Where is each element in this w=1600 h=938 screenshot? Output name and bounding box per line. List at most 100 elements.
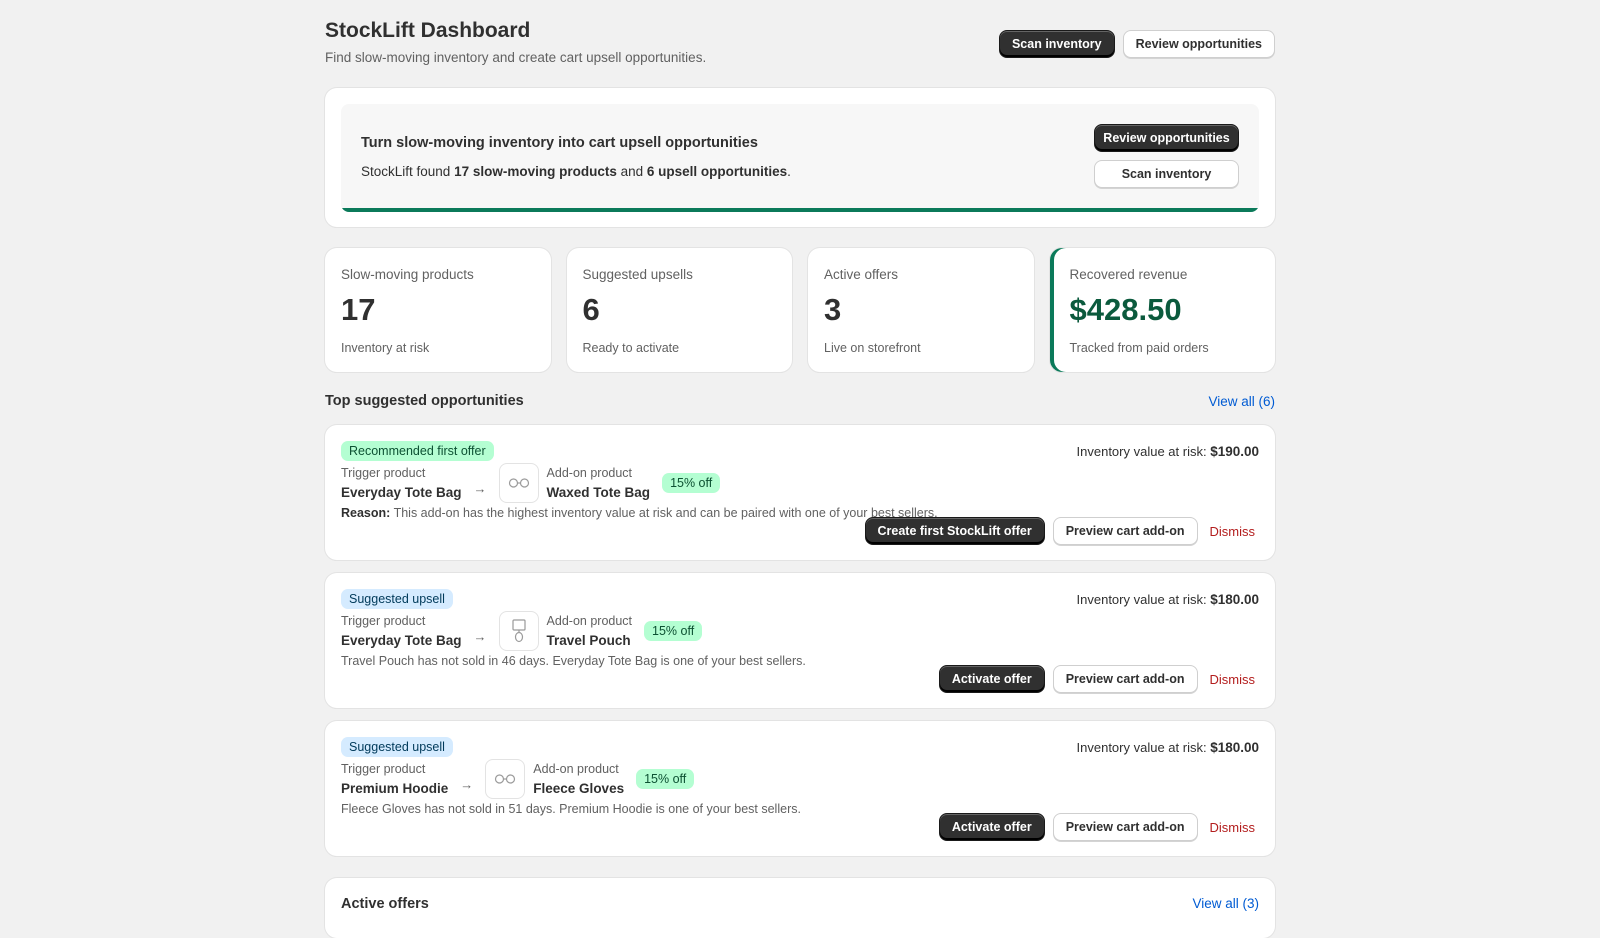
stat-value: 6 <box>582 292 600 327</box>
addon-product: Add-on product Waxed Tote Bag <box>547 466 651 500</box>
trigger-product: Trigger product Everyday Tote Bag <box>341 614 462 648</box>
stat-value: 17 <box>341 292 376 327</box>
inventory-risk: Inventory value at risk: $180.00 <box>1077 592 1259 607</box>
dismiss-button[interactable]: Dismiss <box>1206 813 1260 841</box>
opportunity-card: Suggested upsell Inventory value at risk… <box>325 573 1275 708</box>
stat-sub: Inventory at risk <box>341 341 430 355</box>
opportunity-actions: Activate offer Preview cart add-on Dismi… <box>938 813 1260 841</box>
stat-card-active-offers: Active offers 3 Live on storefront <box>808 248 1034 372</box>
activate-offer-button[interactable]: Activate offer <box>938 665 1045 693</box>
section-title: Active offers <box>341 896 429 912</box>
reason-text: This add-on has the highest inventory va… <box>390 506 938 520</box>
opportunities-section-header: Top suggested opportunities View all (6) <box>325 393 1275 413</box>
addon-label: Add-on product <box>546 614 633 628</box>
trigger-name: Everyday Tote Bag <box>341 633 462 648</box>
discount-badge: 15% off <box>662 473 721 493</box>
page-title: StockLift Dashboard <box>325 19 531 42</box>
view-all-opportunities-link[interactable]: View all (6) <box>1208 394 1275 409</box>
stat-label: Recovered revenue <box>1069 267 1188 282</box>
glasses-icon <box>485 759 526 799</box>
addon-name: Waxed Tote Bag <box>546 485 651 500</box>
discount-badge: 15% off <box>636 769 695 789</box>
glasses-icon <box>498 463 539 503</box>
banner-text-suffix: . <box>787 164 791 179</box>
banner-inner: Turn slow-moving inventory into cart ups… <box>341 104 1259 212</box>
banner-slow-count: 17 slow-moving products <box>454 164 617 179</box>
trigger-product: Trigger product Everyday Tote Bag <box>341 466 462 500</box>
stat-value: $428.50 <box>1069 292 1182 327</box>
trigger-label: Trigger product <box>341 762 426 776</box>
addon-label: Add-on product <box>533 762 619 776</box>
onboarding-banner: Turn slow-moving inventory into cart ups… <box>325 88 1275 227</box>
scan-inventory-button[interactable]: Scan inventory <box>998 30 1115 58</box>
active-offers-card: Active offers View all (3) <box>325 878 1275 938</box>
addon-product: Add-on product Travel Pouch <box>547 614 632 648</box>
risk-value: $180.00 <box>1210 740 1259 755</box>
inventory-risk: Inventory value at risk: $190.00 <box>1077 444 1259 459</box>
preview-cart-addon-button[interactable]: Preview cart add-on <box>1052 665 1198 693</box>
stat-card-recovered-revenue: Recovered revenue $428.50 Tracked from p… <box>1049 248 1275 372</box>
addon-label: Add-on product <box>546 466 633 480</box>
review-opportunities-button[interactable]: Review opportunities <box>1122 30 1275 58</box>
stats-row: Slow-moving products 17 Inventory at ris… <box>325 248 1275 372</box>
discount-badge: 15% off <box>644 621 703 641</box>
trigger-name: Premium Hoodie <box>341 781 449 796</box>
addon-name: Fleece Gloves <box>533 781 625 796</box>
trigger-product: Trigger product Premium Hoodie <box>341 762 448 796</box>
page-header: StockLift Dashboard Find slow-moving inv… <box>325 0 1275 88</box>
stat-label: Suggested upsells <box>582 267 693 282</box>
risk-value: $190.00 <box>1210 444 1259 459</box>
stat-card-suggested-upsells: Suggested upsells 6 Ready to activate <box>566 248 792 372</box>
banner-text-mid: and <box>616 164 647 179</box>
banner-scan-button[interactable]: Scan inventory <box>1094 160 1239 188</box>
preview-cart-addon-button[interactable]: Preview cart add-on <box>1052 517 1198 545</box>
header-actions: Scan inventory Review opportunities <box>998 30 1275 58</box>
banner-text-prefix: StockLift found <box>361 164 455 179</box>
addon-name: Travel Pouch <box>546 633 631 648</box>
create-first-offer-button[interactable]: Create first StockLift offer <box>864 517 1045 545</box>
opportunity-card: Suggested upsell Inventory value at risk… <box>325 721 1275 856</box>
dashboard-page: StockLift Dashboard Find slow-moving inv… <box>325 0 1275 938</box>
view-all-active-offers-link[interactable]: View all (3) <box>1192 896 1259 911</box>
product-pair: Trigger product Premium Hoodie → Add-on … <box>341 759 695 799</box>
banner-upsell-count: 6 upsell opportunities <box>646 164 788 179</box>
stat-sub: Ready to activate <box>582 341 680 355</box>
banner-actions: Review opportunities Scan inventory <box>1094 124 1239 188</box>
trigger-label: Trigger product <box>341 614 426 628</box>
stat-card-slow-moving: Slow-moving products 17 Inventory at ris… <box>325 248 551 372</box>
reason-label: Reason: <box>341 506 391 520</box>
stat-sub: Live on storefront <box>824 341 921 355</box>
opportunity-reason: Travel Pouch has not sold in 46 days. Ev… <box>341 654 806 668</box>
banner-text: StockLift found 17 slow-moving products … <box>361 164 791 179</box>
inventory-risk: Inventory value at risk: $180.00 <box>1077 740 1259 755</box>
product-pair: Trigger product Everyday Tote Bag → Add-… <box>341 463 721 503</box>
banner-review-button[interactable]: Review opportunities <box>1094 124 1239 152</box>
opportunity-card: Recommended first offer Inventory value … <box>325 425 1275 560</box>
risk-value: $180.00 <box>1210 592 1259 607</box>
risk-label: Inventory value at risk: <box>1076 740 1211 755</box>
trigger-label: Trigger product <box>341 466 426 480</box>
activate-offer-button[interactable]: Activate offer <box>938 813 1045 841</box>
pouch-icon <box>498 611 539 651</box>
opportunity-actions: Create first StockLift offer Preview car… <box>864 517 1260 545</box>
opportunity-reason: Fleece Gloves has not sold in 51 days. P… <box>341 802 801 816</box>
product-pair: Trigger product Everyday Tote Bag → Add-… <box>341 611 703 651</box>
preview-cart-addon-button[interactable]: Preview cart add-on <box>1052 813 1198 841</box>
opportunity-reason: Reason: This add-on has the highest inve… <box>341 506 938 520</box>
arrow-right-icon: → <box>473 480 487 496</box>
status-badge: Suggested upsell <box>341 737 453 757</box>
status-badge: Suggested upsell <box>341 589 453 609</box>
banner-title: Turn slow-moving inventory into cart ups… <box>361 135 758 151</box>
page-subtitle: Find slow-moving inventory and create ca… <box>325 50 707 65</box>
risk-label: Inventory value at risk: <box>1076 444 1211 459</box>
risk-label: Inventory value at risk: <box>1076 592 1211 607</box>
dismiss-button[interactable]: Dismiss <box>1206 517 1260 545</box>
dismiss-button[interactable]: Dismiss <box>1206 665 1260 693</box>
arrow-right-icon: → <box>473 628 487 644</box>
arrow-right-icon: → <box>460 776 474 792</box>
stat-label: Slow-moving products <box>341 267 474 282</box>
addon-product: Add-on product Fleece Gloves <box>533 762 624 796</box>
opportunity-actions: Activate offer Preview cart add-on Dismi… <box>938 665 1260 693</box>
stat-value: 3 <box>824 292 842 327</box>
stat-label: Active offers <box>824 267 899 282</box>
